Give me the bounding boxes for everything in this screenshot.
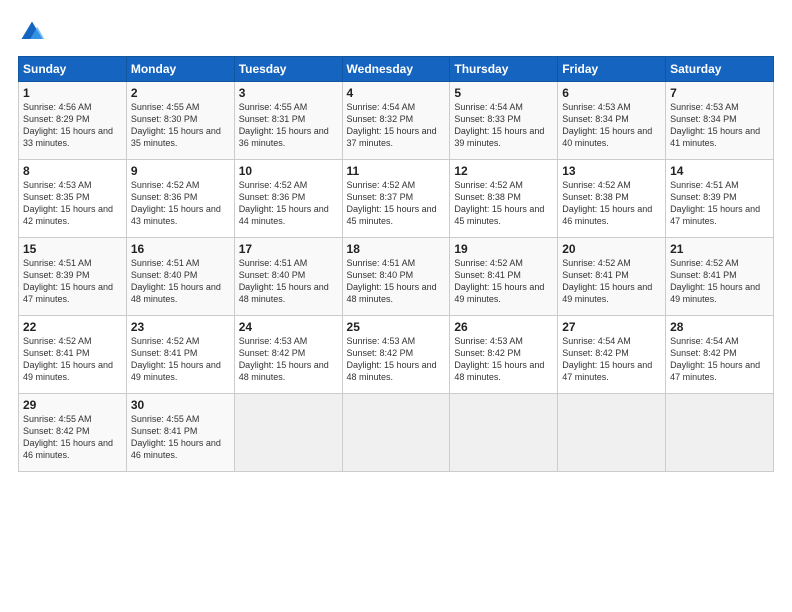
table-row: 15 Sunrise: 4:51 AMSunset: 8:39 PMDaylig… [19, 238, 127, 316]
page: Sunday Monday Tuesday Wednesday Thursday… [0, 0, 792, 612]
calendar-week-row: 8 Sunrise: 4:53 AMSunset: 8:35 PMDayligh… [19, 160, 774, 238]
table-row: 1 Sunrise: 4:56 AMSunset: 8:29 PMDayligh… [19, 82, 127, 160]
col-tuesday: Tuesday [234, 57, 342, 82]
empty-cell [450, 394, 558, 472]
table-row: 8 Sunrise: 4:53 AMSunset: 8:35 PMDayligh… [19, 160, 127, 238]
table-row: 6 Sunrise: 4:53 AMSunset: 8:34 PMDayligh… [558, 82, 666, 160]
table-row: 12 Sunrise: 4:52 AMSunset: 8:38 PMDaylig… [450, 160, 558, 238]
table-row: 9 Sunrise: 4:52 AMSunset: 8:36 PMDayligh… [126, 160, 234, 238]
table-row: 25 Sunrise: 4:53 AMSunset: 8:42 PMDaylig… [342, 316, 450, 394]
table-row: 13 Sunrise: 4:52 AMSunset: 8:38 PMDaylig… [558, 160, 666, 238]
calendar-week-row: 15 Sunrise: 4:51 AMSunset: 8:39 PMDaylig… [19, 238, 774, 316]
table-row: 28 Sunrise: 4:54 AMSunset: 8:42 PMDaylig… [666, 316, 774, 394]
table-row: 10 Sunrise: 4:52 AMSunset: 8:36 PMDaylig… [234, 160, 342, 238]
calendar-week-row: 29 Sunrise: 4:55 AMSunset: 8:42 PMDaylig… [19, 394, 774, 472]
logo-icon [18, 18, 46, 46]
table-row: 27 Sunrise: 4:54 AMSunset: 8:42 PMDaylig… [558, 316, 666, 394]
col-thursday: Thursday [450, 57, 558, 82]
table-row: 5 Sunrise: 4:54 AMSunset: 8:33 PMDayligh… [450, 82, 558, 160]
calendar-week-row: 1 Sunrise: 4:56 AMSunset: 8:29 PMDayligh… [19, 82, 774, 160]
table-row: 29 Sunrise: 4:55 AMSunset: 8:42 PMDaylig… [19, 394, 127, 472]
table-row: 11 Sunrise: 4:52 AMSunset: 8:37 PMDaylig… [342, 160, 450, 238]
col-sunday: Sunday [19, 57, 127, 82]
table-row: 22 Sunrise: 4:52 AMSunset: 8:41 PMDaylig… [19, 316, 127, 394]
calendar-week-row: 22 Sunrise: 4:52 AMSunset: 8:41 PMDaylig… [19, 316, 774, 394]
table-row: 2 Sunrise: 4:55 AMSunset: 8:30 PMDayligh… [126, 82, 234, 160]
table-row: 18 Sunrise: 4:51 AMSunset: 8:40 PMDaylig… [342, 238, 450, 316]
empty-cell [558, 394, 666, 472]
table-row: 17 Sunrise: 4:51 AMSunset: 8:40 PMDaylig… [234, 238, 342, 316]
table-row: 30 Sunrise: 4:55 AMSunset: 8:41 PMDaylig… [126, 394, 234, 472]
header [18, 18, 774, 46]
table-row: 3 Sunrise: 4:55 AMSunset: 8:31 PMDayligh… [234, 82, 342, 160]
table-row: 14 Sunrise: 4:51 AMSunset: 8:39 PMDaylig… [666, 160, 774, 238]
empty-cell [234, 394, 342, 472]
calendar-table: Sunday Monday Tuesday Wednesday Thursday… [18, 56, 774, 472]
table-row: 7 Sunrise: 4:53 AMSunset: 8:34 PMDayligh… [666, 82, 774, 160]
col-wednesday: Wednesday [342, 57, 450, 82]
table-row: 26 Sunrise: 4:53 AMSunset: 8:42 PMDaylig… [450, 316, 558, 394]
table-row: 4 Sunrise: 4:54 AMSunset: 8:32 PMDayligh… [342, 82, 450, 160]
col-saturday: Saturday [666, 57, 774, 82]
table-row: 19 Sunrise: 4:52 AMSunset: 8:41 PMDaylig… [450, 238, 558, 316]
col-friday: Friday [558, 57, 666, 82]
col-monday: Monday [126, 57, 234, 82]
table-row: 20 Sunrise: 4:52 AMSunset: 8:41 PMDaylig… [558, 238, 666, 316]
table-row: 21 Sunrise: 4:52 AMSunset: 8:41 PMDaylig… [666, 238, 774, 316]
calendar-header-row: Sunday Monday Tuesday Wednesday Thursday… [19, 57, 774, 82]
table-row: 23 Sunrise: 4:52 AMSunset: 8:41 PMDaylig… [126, 316, 234, 394]
empty-cell [666, 394, 774, 472]
empty-cell [342, 394, 450, 472]
table-row: 16 Sunrise: 4:51 AMSunset: 8:40 PMDaylig… [126, 238, 234, 316]
logo [18, 18, 50, 46]
table-row: 24 Sunrise: 4:53 AMSunset: 8:42 PMDaylig… [234, 316, 342, 394]
